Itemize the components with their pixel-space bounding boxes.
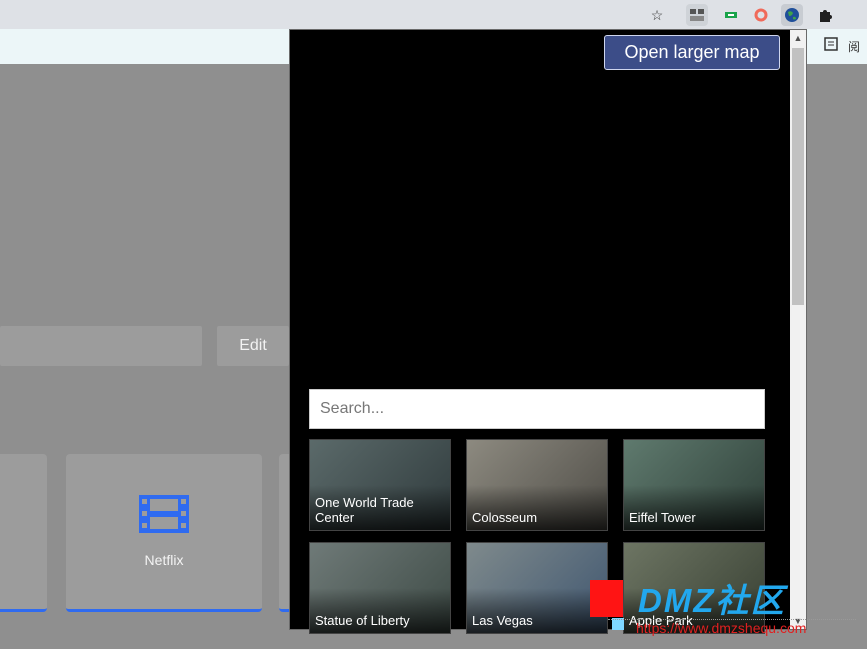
place-thumbnail[interactable]: Eiffel Tower [623,439,765,531]
place-thumbnail[interactable]: Colosseum [466,439,608,531]
place-label: Eiffel Tower [629,510,696,525]
place-search-input[interactable] [309,389,765,429]
earth-extension-icon[interactable] [781,4,803,26]
place-thumbnail[interactable]: Las Vegas [466,542,608,634]
background-search-bar[interactable] [0,326,202,366]
place-label: Colosseum [472,510,538,525]
red-ring-extension-icon[interactable] [750,4,772,26]
scroll-thumb[interactable] [792,48,804,305]
green-extension-icon[interactable] [720,4,742,26]
tab-groups-icon[interactable] [686,4,708,26]
scroll-up-arrow-icon[interactable]: ▲ [790,30,806,46]
place-label: Statue of Liberty [315,613,410,628]
reading-list-label[interactable]: 阅 [848,38,860,55]
shortcut-tile-label: Netflix [144,552,184,568]
place-thumbnail[interactable]: Statue of Liberty [309,542,451,634]
reading-list-icon[interactable] [824,37,838,54]
place-label: Las Vegas [472,613,533,628]
browser-toolbar: ☆ [0,0,867,29]
place-thumbnail[interactable]: One World Trade Center [309,439,451,531]
film-icon [138,494,190,539]
watermark-logo-mark [590,580,623,617]
watermark-url: https://www.dmzshequ.com [636,620,807,636]
shortcut-tile[interactable] [0,454,47,612]
edit-button[interactable]: Edit [217,326,289,366]
extension-popup: Open larger map One World Trade Center Co… [289,29,807,634]
watermark-logo-text: DMZ社区 [638,582,786,619]
puzzle-extensions-icon[interactable] [814,4,836,26]
open-larger-map-button[interactable]: Open larger map [604,35,780,70]
shortcut-tile-netflix[interactable]: Netflix [66,454,262,612]
popup-scrollbar[interactable]: ▲ ▼ [790,30,806,629]
star-icon[interactable]: ☆ [646,4,668,26]
place-label: One World Trade Center [315,495,414,525]
